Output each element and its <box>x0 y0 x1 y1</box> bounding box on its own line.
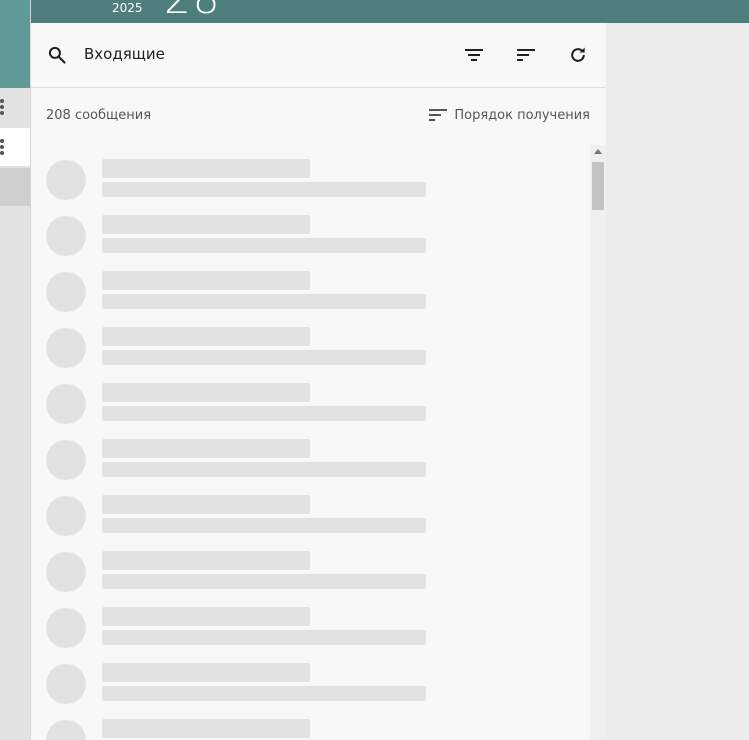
message-count: 208 сообщения <box>46 108 152 123</box>
list-item-placeholder <box>46 369 446 425</box>
scroll-thumb[interactable] <box>592 162 604 210</box>
rail-item-3[interactable] <box>0 168 30 206</box>
refresh-button[interactable] <box>565 42 591 68</box>
subject-placeholder <box>102 551 310 570</box>
list-item-placeholder <box>46 593 446 649</box>
list-item-placeholder <box>46 481 446 537</box>
avatar-placeholder <box>46 328 86 368</box>
avatar-placeholder <box>46 272 86 312</box>
rail-item-2[interactable] <box>0 128 30 166</box>
subject-placeholder <box>102 215 310 234</box>
top-header-band-right <box>606 0 749 23</box>
avatar-placeholder <box>46 384 86 424</box>
avatar-placeholder <box>46 440 86 480</box>
subject-placeholder <box>102 383 310 402</box>
avatar-placeholder <box>46 216 86 256</box>
list-item-placeholder <box>46 257 446 313</box>
preview-placeholder <box>102 518 426 533</box>
filter-button[interactable] <box>461 42 487 68</box>
search-icon[interactable] <box>47 45 67 65</box>
preview-placeholder <box>102 182 426 197</box>
preview-placeholder <box>102 406 426 421</box>
subject-placeholder <box>102 271 310 290</box>
preview-placeholder <box>102 238 426 253</box>
filter-icon <box>465 49 483 61</box>
avatar-placeholder <box>46 664 86 704</box>
avatar-placeholder <box>46 496 86 536</box>
search-bar: Входящие <box>31 23 606 88</box>
list-item-placeholder <box>46 201 446 257</box>
preview-placeholder <box>102 686 426 701</box>
preview-placeholder <box>102 574 426 589</box>
message-panel: Входящие 208 сообщения Порядок получения <box>31 23 606 740</box>
subject-placeholder <box>102 159 310 178</box>
mailbox-title[interactable]: Входящие <box>84 45 165 63</box>
rail-item-1[interactable] <box>0 88 30 126</box>
sort-button[interactable] <box>513 42 539 68</box>
subject-placeholder <box>102 495 310 514</box>
rail-accent <box>0 0 30 88</box>
subject-placeholder <box>102 719 310 738</box>
subject-placeholder <box>102 607 310 626</box>
subject-placeholder <box>102 663 310 682</box>
refresh-icon <box>571 47 585 62</box>
list-item-placeholder <box>46 537 446 593</box>
header-year: 2025 <box>112 1 143 15</box>
preview-placeholder <box>102 350 426 365</box>
more-vert-icon[interactable] <box>0 99 6 117</box>
list-scrollbar[interactable] <box>590 145 606 740</box>
list-meta: 208 сообщения Порядок получения <box>31 88 606 142</box>
subject-placeholder <box>102 327 310 346</box>
list-item-placeholder <box>46 313 446 369</box>
list-item-placeholder <box>46 705 446 740</box>
list-item-placeholder <box>46 649 446 705</box>
preview-placeholder <box>102 630 426 645</box>
sort-icon <box>517 49 535 61</box>
scroll-up-arrow-icon[interactable] <box>594 149 602 154</box>
sort-order-icon <box>429 109 448 121</box>
list-item-placeholder <box>46 145 446 201</box>
sort-order-label: Порядок получения <box>454 107 590 123</box>
subject-placeholder <box>102 439 310 458</box>
avatar-placeholder <box>46 720 86 740</box>
list-item-placeholder <box>46 425 446 481</box>
top-header-band: 2025 28 <box>30 0 606 23</box>
left-rail <box>0 0 31 740</box>
avatar-placeholder <box>46 608 86 648</box>
message-list <box>31 145 589 740</box>
header-day: 28 <box>164 0 221 23</box>
sort-order-button[interactable]: Порядок получения <box>428 107 590 123</box>
avatar-placeholder <box>46 552 86 592</box>
more-vert-icon[interactable] <box>0 139 6 157</box>
avatar-placeholder <box>46 160 86 200</box>
preview-placeholder <box>102 294 426 309</box>
preview-placeholder <box>102 462 426 477</box>
